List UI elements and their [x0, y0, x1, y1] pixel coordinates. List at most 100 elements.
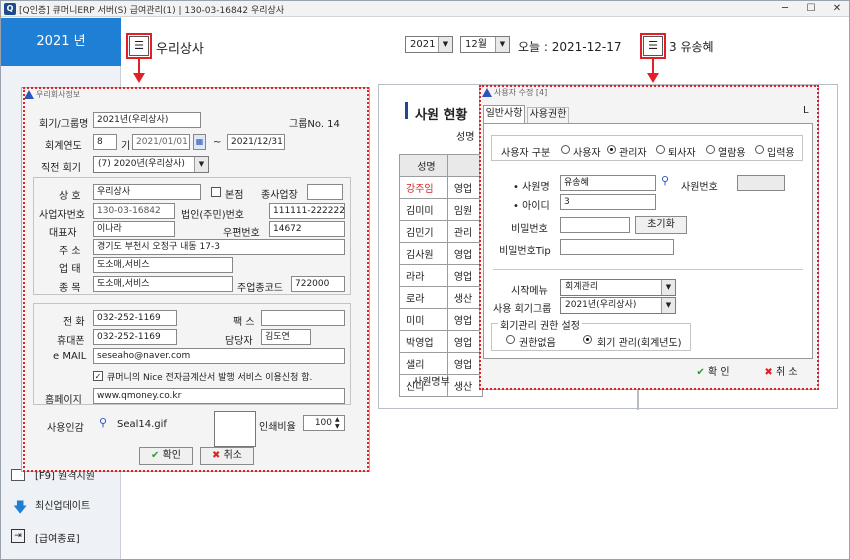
- main-code-field[interactable]: 722000: [291, 276, 345, 292]
- radio-perm-manage[interactable]: [583, 335, 592, 344]
- start-date-field[interactable]: 2021/01/01: [132, 134, 190, 150]
- trade-name-field[interactable]: 우리상사: [93, 184, 201, 200]
- sidebar-item-update[interactable]: 최신업데이트: [35, 497, 90, 512]
- table-row[interactable]: 강주임 영업: [399, 176, 484, 199]
- table-row[interactable]: 미미 영업: [399, 308, 484, 331]
- fiscal-num-field[interactable]: 8: [93, 134, 117, 150]
- fax-label: 팩 스: [233, 317, 255, 328]
- homepage-field[interactable]: www.qmoney.co.kr: [93, 388, 345, 404]
- year-select[interactable]: 2021 ▼: [405, 36, 453, 53]
- emp-no-field[interactable]: [737, 175, 785, 191]
- table-row[interactable]: 샐리 영업: [399, 352, 484, 375]
- radio-viewer[interactable]: [706, 145, 715, 154]
- month-select[interactable]: 12월 ▼: [460, 36, 510, 53]
- table-row[interactable]: 로라 생산: [399, 286, 484, 309]
- password-label: 비밀번호: [511, 224, 548, 235]
- fiscal-year-label: 회계연도: [45, 141, 82, 152]
- radio-admin[interactable]: [607, 145, 616, 154]
- zip-label: 우편번호: [223, 228, 260, 239]
- user-cancel-button[interactable]: ✖ 취 소: [753, 365, 809, 383]
- biz-item-field[interactable]: 도소매,서비스: [93, 276, 233, 292]
- radio-viewer-label: 열람용: [718, 148, 746, 159]
- app-window: Q [Q인증] 큐머니ERP 서버(S) 급여관리(1) | 130-03-16…: [0, 0, 850, 560]
- phone-field[interactable]: 032-252-1169: [93, 310, 177, 326]
- emp-name-label: • 사원명: [513, 182, 550, 193]
- fiscal-name-field[interactable]: 2021년(우리상사): [93, 112, 201, 128]
- spinner-icon[interactable]: ▲ ▼: [335, 416, 340, 430]
- employee-table: 성명 강주임 영업 김미미 임원 김민기 관리 김사원 영업 라라 영업 로라 생산 미미 영업 박영업 영업 샐…: [399, 154, 484, 397]
- nice-check-label: 큐머니의 Nice 전자금계산서 발행 서비스 이용신청 함.: [107, 373, 313, 383]
- end-date-field[interactable]: 2021/12/31: [227, 134, 285, 150]
- employee-name: 미미: [399, 308, 448, 331]
- company-cancel-button[interactable]: ✖ 취소: [200, 447, 254, 465]
- search-icon[interactable]: ⚲: [661, 174, 669, 187]
- fiscal-group-label: 사용 회기그룹: [493, 304, 552, 315]
- tab-permissions[interactable]: 사용권한: [527, 107, 569, 123]
- branch-field[interactable]: [307, 184, 343, 200]
- close-button[interactable]: ✕: [827, 2, 847, 16]
- print-ratio-label: 인쇄비율: [259, 422, 296, 433]
- manager-field[interactable]: 김도연: [261, 329, 311, 345]
- calendar-icon[interactable]: ▦: [193, 134, 206, 150]
- email-field[interactable]: seseaho@naver.com: [93, 348, 345, 364]
- company-ok-button[interactable]: ✔ 확인: [139, 447, 193, 465]
- radio-input[interactable]: [755, 145, 764, 154]
- employee-name: 샐리: [399, 352, 448, 375]
- employee-panel-title: 사원 현황: [415, 108, 468, 123]
- radio-retired[interactable]: [656, 145, 665, 154]
- perm-none-label: 권한없음: [519, 338, 556, 349]
- highlight-user-icon: [640, 33, 666, 59]
- tab-general[interactable]: 일반사항: [483, 105, 525, 123]
- table-row[interactable]: 박영업 영업: [399, 330, 484, 353]
- chevron-down-icon: ▼: [438, 37, 452, 52]
- user-ok-button[interactable]: ✔ 확 인: [685, 365, 741, 383]
- side-letter: L: [803, 105, 809, 116]
- radio-user-label: 사용자: [573, 148, 601, 159]
- employee-name: 강주임: [399, 176, 448, 199]
- maximize-button[interactable]: ☐: [801, 2, 821, 16]
- table-row[interactable]: 김미미 임원: [399, 198, 484, 221]
- year-button[interactable]: 2021 년: [1, 18, 121, 66]
- table-row[interactable]: 라라 영업: [399, 264, 484, 287]
- biz-type-field[interactable]: 도소매,서비스: [93, 257, 233, 273]
- address-field[interactable]: 경기도 부천시 오정구 내동 17-3: [93, 239, 345, 255]
- table-row[interactable]: 김민기 관리: [399, 220, 484, 243]
- fiscal-group-select[interactable]: 2021년(우리상사) ▼: [560, 297, 676, 314]
- check-icon: ✔: [151, 450, 160, 461]
- prev-fiscal-select[interactable]: (7) 2020년(우리상사) ▼: [93, 156, 209, 173]
- zip-field[interactable]: 14672: [269, 221, 345, 237]
- title-bar: Q [Q인증] 큐머니ERP 서버(S) 급여관리(1) | 130-03-16…: [1, 1, 849, 17]
- sidebar-item-exit[interactable]: [급여종료]: [35, 530, 80, 545]
- bizno-field[interactable]: 130-03-16842: [93, 203, 175, 219]
- mobile-field[interactable]: 032-252-1169: [93, 329, 177, 345]
- employee-name: 로라: [399, 286, 448, 309]
- arrow-line-right: [652, 59, 654, 73]
- fax-field[interactable]: [261, 310, 345, 326]
- employee-dept: 영업: [446, 242, 484, 265]
- password-field[interactable]: [560, 217, 630, 233]
- password-tip-field[interactable]: [560, 239, 674, 255]
- search-icon[interactable]: ⚲: [99, 416, 107, 429]
- table-row[interactable]: 김사원 영업: [399, 242, 484, 265]
- radio-user[interactable]: [561, 145, 570, 154]
- nice-checkbox[interactable]: ✓: [93, 371, 103, 381]
- hq-checkbox[interactable]: [211, 187, 221, 197]
- employee-name: 박영업: [399, 330, 448, 353]
- corp-no-field[interactable]: 111111-2222222: [269, 203, 345, 219]
- chevron-down-icon: ▼: [194, 157, 208, 172]
- radio-perm-none[interactable]: [506, 335, 515, 344]
- employee-dept: 영업: [446, 352, 484, 375]
- start-menu-label: 시작메뉴: [511, 286, 548, 297]
- minimize-button[interactable]: ─: [775, 2, 795, 16]
- ceo-field[interactable]: 이나라: [93, 221, 175, 237]
- reset-password-button[interactable]: 초기화: [635, 216, 687, 234]
- emp-name-field[interactable]: 유송혜: [560, 175, 656, 191]
- ceo-label: 대표자: [49, 228, 77, 239]
- chevron-down-icon: ▼: [661, 298, 675, 313]
- employee-dept: 영업: [446, 176, 484, 199]
- employee-dept: 임원: [446, 198, 484, 221]
- start-menu-select[interactable]: 회계관리 ▼: [560, 279, 676, 296]
- login-id-field[interactable]: 3: [560, 194, 656, 210]
- manager-label: 담당자: [225, 336, 253, 347]
- chevron-down-icon: ▼: [495, 37, 509, 52]
